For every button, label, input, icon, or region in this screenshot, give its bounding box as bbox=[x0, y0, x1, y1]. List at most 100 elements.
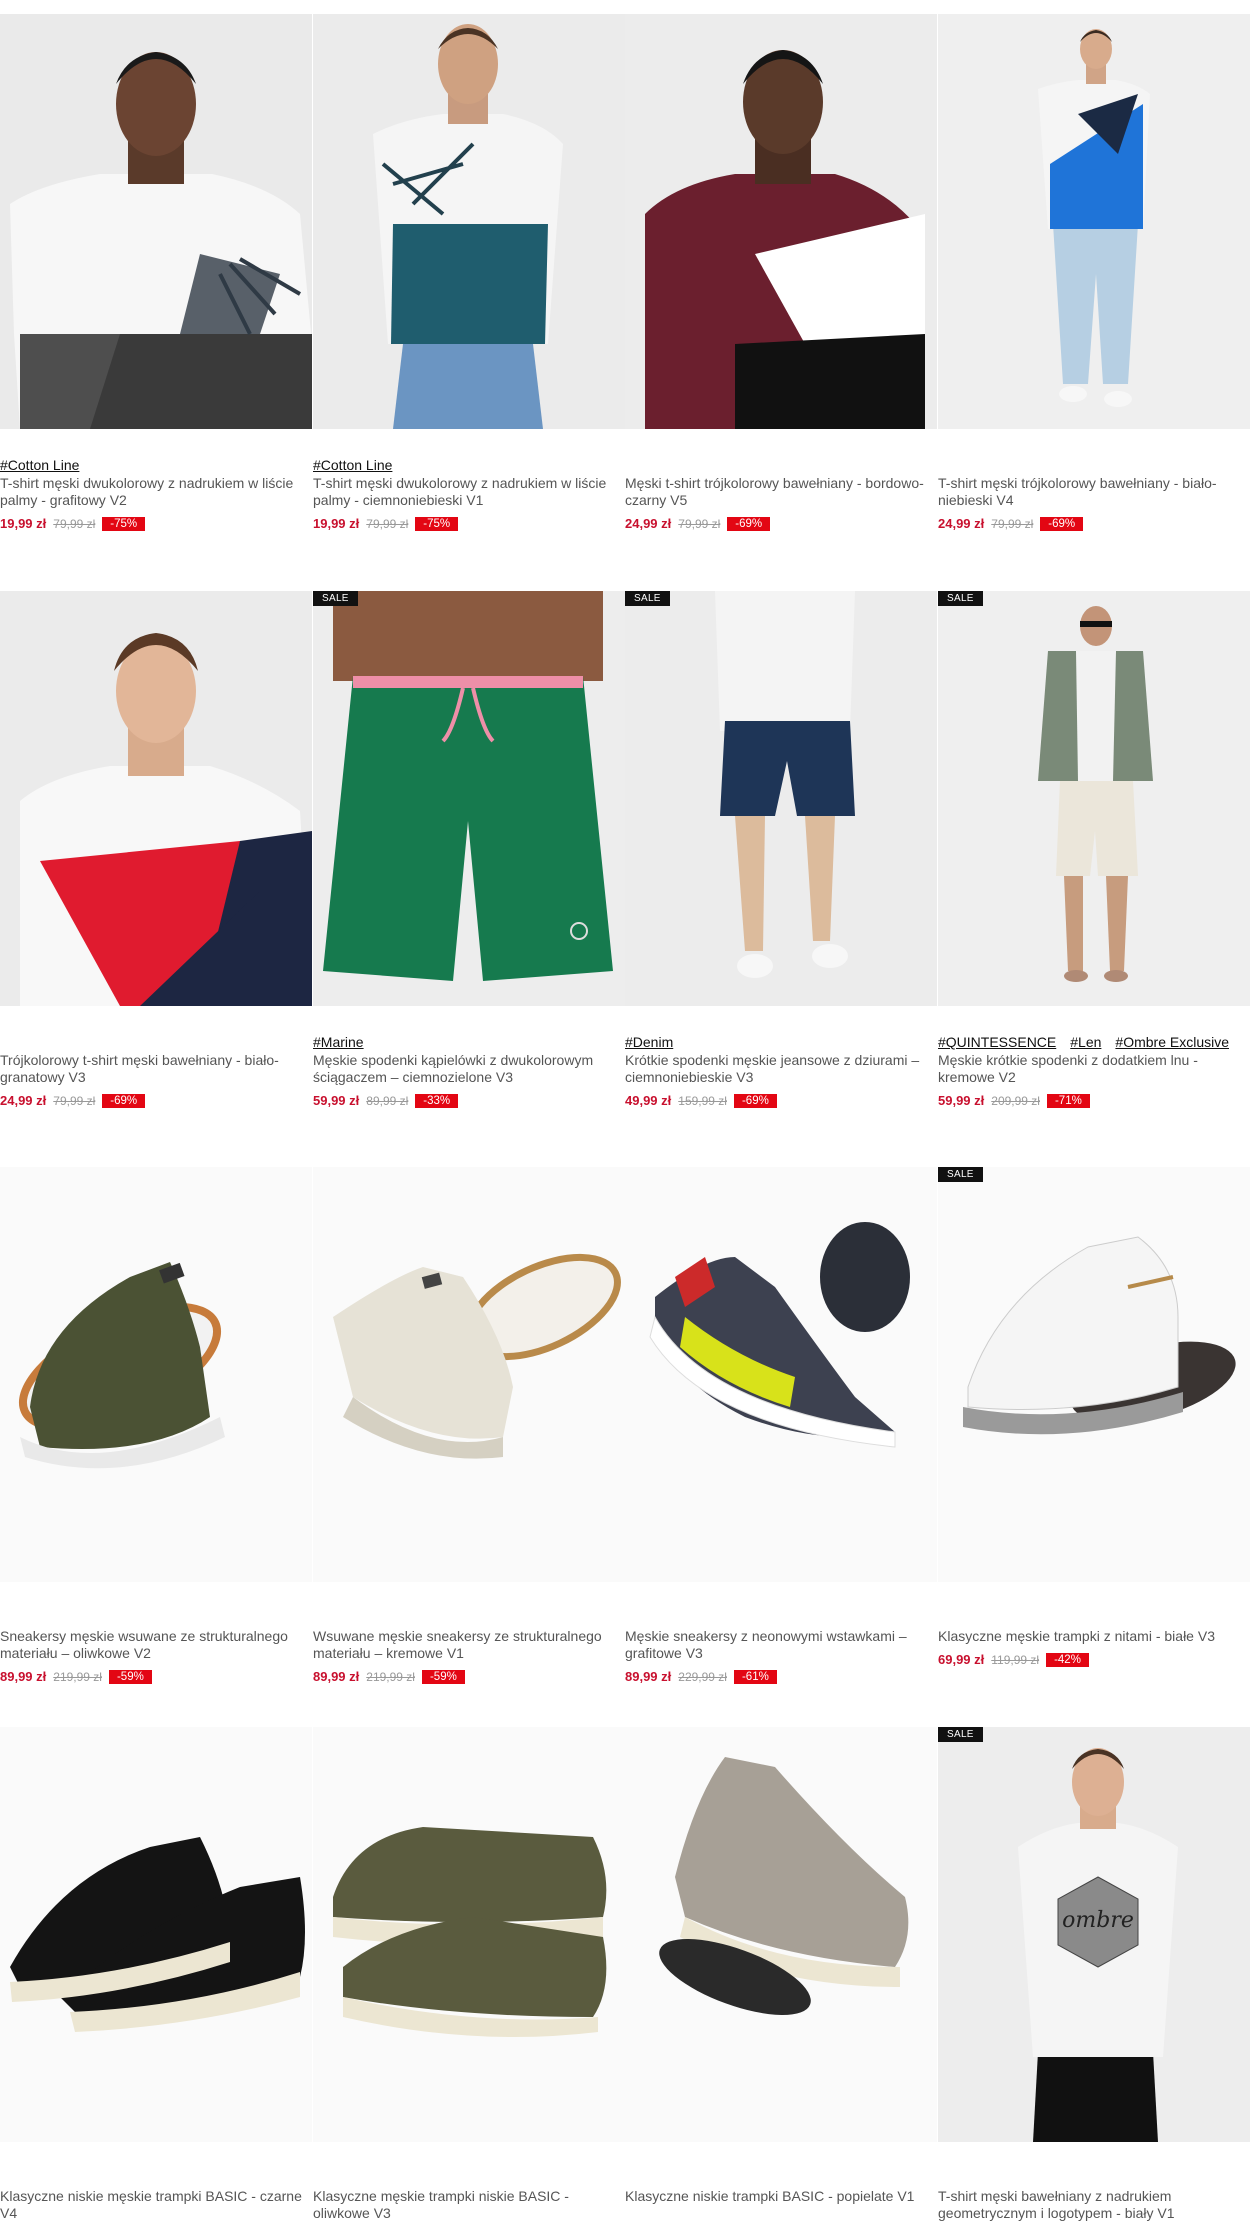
product-photo-tshirt-white-blue bbox=[938, 14, 1250, 429]
product-image[interactable] bbox=[625, 1727, 937, 2142]
collection-tag-link[interactable]: #Denim bbox=[625, 1034, 673, 1050]
sale-badge: SALE bbox=[625, 591, 670, 606]
product-card[interactable]: SALE #Marine Męskie spodenki kąpielówki … bbox=[313, 591, 625, 1108]
product-image[interactable] bbox=[313, 1167, 625, 1582]
product-old-price: 159,99 zł bbox=[678, 1093, 727, 1108]
product-card[interactable]: SALE Klasyczne męskie trampki z nitami -… bbox=[938, 1167, 1250, 1667]
discount-badge: -59% bbox=[421, 1669, 465, 1684]
product-tags bbox=[625, 1610, 937, 1627]
product-prices: 89,99 zł 219,99 zł -59% bbox=[313, 1669, 625, 1684]
product-name[interactable]: T-shirt męski dwukolorowy z nadrukiem w … bbox=[313, 475, 625, 509]
product-photo-tshirt-geometric-white: ombre bbox=[938, 1727, 1250, 2142]
product-old-price: 79,99 zł bbox=[678, 516, 721, 531]
product-image[interactable] bbox=[0, 1167, 312, 1582]
product-photo-trainers-white bbox=[938, 1167, 1250, 1582]
product-image[interactable]: ombre SALE bbox=[938, 1727, 1250, 2142]
discount-badge: -61% bbox=[733, 1669, 777, 1684]
product-image[interactable]: SALE bbox=[938, 591, 1250, 1006]
product-name[interactable]: T-shirt męski trójkolorowy bawełniany - … bbox=[938, 475, 1250, 509]
product-tags bbox=[938, 457, 1250, 474]
collection-tag-link[interactable]: #Marine bbox=[313, 1034, 364, 1050]
collection-tag-link[interactable]: #Cotton Line bbox=[313, 457, 392, 473]
collection-tag-link[interactable]: #Cotton Line bbox=[0, 457, 79, 473]
product-image[interactable] bbox=[313, 1727, 625, 2142]
product-price: 24,99 zł bbox=[0, 1093, 47, 1108]
product-tags bbox=[938, 1610, 1250, 1627]
product-photo-tshirt-burgundy-black bbox=[625, 14, 937, 429]
product-name[interactable]: T-shirt męski bawełniany z nadrukiem geo… bbox=[938, 2188, 1250, 2222]
product-name[interactable]: Wsuwane męskie sneakersy ze strukturalne… bbox=[313, 1628, 625, 1662]
discount-badge: -71% bbox=[1046, 1093, 1090, 1108]
product-old-price: 219,99 zł bbox=[366, 1669, 415, 1684]
collection-tag-link[interactable]: #Ombre Exclusive bbox=[1115, 1034, 1229, 1050]
product-name[interactable]: Klasyczne męskie trampki z nitami - biał… bbox=[938, 1628, 1250, 1645]
product-card[interactable]: Trójkolorowy t-shirt męski bawełniany - … bbox=[0, 591, 312, 1108]
product-photo-sneakers-cream bbox=[313, 1167, 625, 1582]
product-tags bbox=[313, 2170, 625, 2187]
product-card[interactable]: ombre SALE T-shirt męski bawełniany z na… bbox=[938, 1727, 1250, 2229]
product-card[interactable]: Klasyczne niskie trampki BASIC - popiela… bbox=[625, 1727, 937, 2212]
product-photo-tshirt-palm-navy bbox=[313, 14, 625, 429]
product-image[interactable]: SALE bbox=[625, 591, 937, 1006]
sale-badge: SALE bbox=[938, 1167, 983, 1182]
product-card[interactable]: T-shirt męski trójkolorowy bawełniany - … bbox=[938, 14, 1250, 531]
product-image[interactable] bbox=[0, 1727, 312, 2142]
product-image[interactable] bbox=[0, 591, 312, 1006]
product-name[interactable]: T-shirt męski dwukolorowy z nadrukiem w … bbox=[0, 475, 312, 509]
product-old-price: 79,99 zł bbox=[366, 516, 409, 531]
product-tags: #Cotton Line bbox=[313, 457, 625, 474]
product-old-price: 119,99 zł bbox=[991, 1652, 1040, 1667]
product-name[interactable]: Klasyczne niskie trampki BASIC - popiela… bbox=[625, 2188, 937, 2205]
product-image[interactable] bbox=[0, 14, 312, 429]
sale-badge: SALE bbox=[313, 591, 358, 606]
product-card[interactable]: #Cotton Line T-shirt męski dwukolorowy z… bbox=[313, 14, 625, 531]
product-image[interactable]: SALE bbox=[938, 1167, 1250, 1582]
product-price: 24,99 zł bbox=[938, 516, 985, 531]
product-name[interactable]: Trójkolorowy t-shirt męski bawełniany - … bbox=[0, 1052, 312, 1086]
product-old-price: 219,99 zł bbox=[53, 1669, 102, 1684]
product-image[interactable]: SALE bbox=[313, 591, 625, 1006]
collection-tag-link[interactable]: #QUINTESSENCE bbox=[938, 1034, 1056, 1050]
product-old-price: 79,99 zł bbox=[53, 1093, 96, 1108]
product-name[interactable]: Sneakersy męskie wsuwane ze strukturalne… bbox=[0, 1628, 312, 1662]
product-prices: 89,99 zł 219,99 zł -59% bbox=[0, 1669, 312, 1684]
product-photo-sneakers-neon bbox=[625, 1167, 937, 1582]
product-image[interactable] bbox=[625, 14, 937, 429]
product-card[interactable]: Męski t-shirt trójkolorowy bawełniany - … bbox=[625, 14, 937, 531]
sale-badge: SALE bbox=[938, 1727, 983, 1742]
product-image[interactable] bbox=[938, 14, 1250, 429]
product-card[interactable]: SALE #Denim Krótkie spodenki męskie jean… bbox=[625, 591, 937, 1108]
product-old-price: 79,99 zł bbox=[53, 516, 96, 531]
product-card[interactable]: SALE #QUINTESSENCE #Len #Ombre Exclusive M… bbox=[938, 591, 1250, 1108]
product-name[interactable]: Męski t-shirt trójkolorowy bawełniany - … bbox=[625, 475, 937, 509]
product-card[interactable]: Klasyczne niskie męskie trampki BASIC - … bbox=[0, 1727, 312, 2229]
product-name[interactable]: Męskie krótkie spodenki z dodatkiem lnu … bbox=[938, 1052, 1250, 1086]
product-card[interactable]: Wsuwane męskie sneakersy ze strukturalne… bbox=[313, 1167, 625, 1684]
product-card[interactable]: Klasyczne męskie trampki niskie BASIC - … bbox=[313, 1727, 625, 2229]
product-card[interactable]: Sneakersy męskie wsuwane ze strukturalne… bbox=[0, 1167, 312, 1684]
product-prices: 24,99 zł 79,99 zł -69% bbox=[625, 516, 937, 531]
product-tags: #Marine bbox=[313, 1034, 625, 1051]
product-image[interactable] bbox=[625, 1167, 937, 1582]
product-photo-trainers-grey bbox=[625, 1727, 937, 2142]
product-name[interactable]: Krótkie spodenki męskie jeansowe z dziur… bbox=[625, 1052, 937, 1086]
product-prices: 19,99 zł 79,99 zł -75% bbox=[313, 516, 625, 531]
sale-badge: SALE bbox=[938, 591, 983, 606]
product-card[interactable]: Męskie sneakersy z neonowymi wstawkami –… bbox=[625, 1167, 937, 1684]
product-prices: 59,99 zł 89,99 zł -33% bbox=[313, 1093, 625, 1108]
product-name[interactable]: Męskie spodenki kąpielówki z dwukolorowy… bbox=[313, 1052, 625, 1086]
print-logo: ombre bbox=[1062, 1908, 1134, 1933]
product-prices: 69,99 zł 119,99 zł -42% bbox=[938, 1652, 1250, 1667]
collection-tag-link[interactable]: #Len bbox=[1070, 1034, 1101, 1050]
product-tags: #Denim bbox=[625, 1034, 937, 1051]
product-price: 89,99 zł bbox=[0, 1669, 47, 1684]
product-image[interactable] bbox=[313, 14, 625, 429]
product-name[interactable]: Klasyczne męskie trampki niskie BASIC - … bbox=[313, 2188, 625, 2222]
product-card[interactable]: #Cotton Line T-shirt męski dwukolorowy z… bbox=[0, 14, 312, 531]
product-name[interactable]: Męskie sneakersy z neonowymi wstawkami –… bbox=[625, 1628, 937, 1662]
product-tags bbox=[938, 2170, 1250, 2187]
discount-badge: -75% bbox=[415, 516, 459, 531]
product-name[interactable]: Klasyczne niskie męskie trampki BASIC - … bbox=[0, 2188, 312, 2222]
product-photo-swim-shorts-green bbox=[313, 591, 625, 1006]
product-old-price: 209,99 zł bbox=[991, 1093, 1040, 1108]
